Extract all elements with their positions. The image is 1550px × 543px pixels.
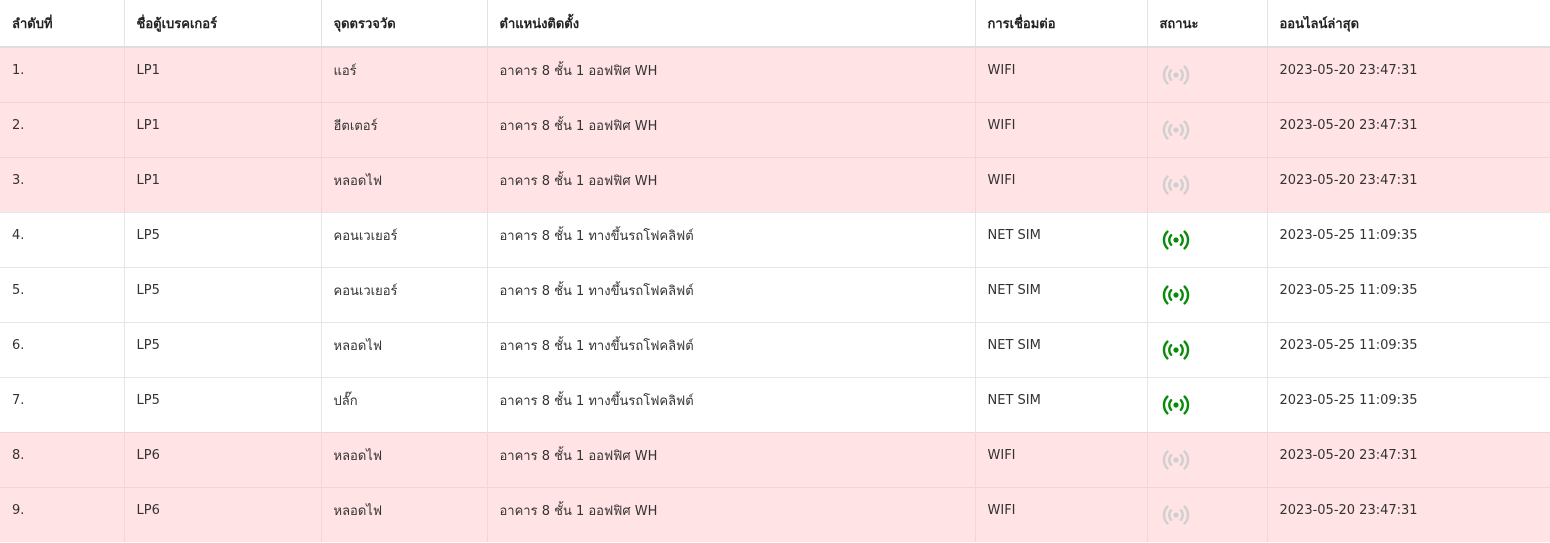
cell-checkpoint: หลอดไฟ	[321, 156, 488, 212]
cell-connection: WIFI	[975, 486, 1148, 542]
cell-index: 7.	[0, 376, 125, 432]
wireless-signal-icon	[1160, 503, 1192, 527]
cell-location: อาคาร 8 ชั้น 1 ทางขึ้นรถโฟคลิฟต์	[487, 266, 976, 322]
breaker-status-table-container: ลำดับที่ ชื่อตู้เบรคเกอร์ จุดตรวจวัด ตำแ…	[0, 0, 1550, 543]
cell-status	[1147, 101, 1268, 157]
cell-last-online: 2023-05-20 23:47:31	[1267, 156, 1550, 212]
cell-index: 3.	[0, 156, 125, 212]
cell-last-online: 2023-05-25 11:09:35	[1267, 321, 1550, 377]
cell-location: อาคาร 8 ชั้น 1 ทางขึ้นรถโฟคลิฟต์	[487, 376, 976, 432]
cell-location: อาคาร 8 ชั้น 1 ออฟฟิศ WH	[487, 156, 976, 212]
table-row[interactable]: 3. LP1 หลอดไฟ อาคาร 8 ชั้น 1 ออฟฟิศ WH WIFI 2…	[0, 156, 1550, 212]
wireless-signal-icon	[1160, 338, 1192, 362]
cell-checkpoint: หลอดไฟ	[321, 486, 488, 542]
cell-status	[1147, 156, 1268, 212]
table-header-row: ลำดับที่ ชื่อตู้เบรคเกอร์ จุดตรวจวัด ตำแ…	[0, 0, 1550, 48]
cell-checkpoint: หลอดไฟ	[321, 321, 488, 377]
cell-status	[1147, 376, 1268, 432]
cell-last-online: 2023-05-20 23:47:31	[1267, 46, 1550, 102]
cell-status	[1147, 431, 1268, 487]
cell-connection: NET SIM	[975, 211, 1148, 267]
table-body: 1. LP1 แอร์ อาคาร 8 ชั้น 1 ออฟฟิศ WH WIFI 202…	[0, 46, 1550, 542]
cell-breaker-name: LP6	[124, 486, 322, 542]
header-last-online[interactable]: ออนไลน์ล่าสุด	[1267, 0, 1550, 48]
cell-location: อาคาร 8 ชั้น 1 ทางขึ้นรถโฟคลิฟต์	[487, 211, 976, 267]
wireless-signal-icon	[1160, 118, 1192, 142]
breaker-status-table: ลำดับที่ ชื่อตู้เบรคเกอร์ จุดตรวจวัด ตำแ…	[0, 0, 1550, 542]
wireless-signal-icon	[1160, 448, 1192, 472]
cell-connection: WIFI	[975, 431, 1148, 487]
cell-checkpoint: แอร์	[321, 46, 488, 102]
header-status[interactable]: สถานะ	[1147, 0, 1268, 48]
wireless-signal-icon	[1160, 173, 1192, 197]
table-row[interactable]: 6. LP5 หลอดไฟ อาคาร 8 ชั้น 1 ทางขึ้นรถโฟคลิ…	[0, 321, 1550, 377]
cell-checkpoint: ปลั๊ก	[321, 376, 488, 432]
cell-index: 5.	[0, 266, 125, 322]
table-row[interactable]: 2. LP1 ฮีตเตอร์ อาคาร 8 ชั้น 1 ออฟฟิศ WH WIF…	[0, 101, 1550, 157]
header-index[interactable]: ลำดับที่	[0, 0, 125, 48]
cell-checkpoint: คอนเวเยอร์	[321, 211, 488, 267]
cell-breaker-name: LP1	[124, 46, 322, 102]
cell-breaker-name: LP5	[124, 211, 322, 267]
cell-connection: NET SIM	[975, 376, 1148, 432]
cell-breaker-name: LP1	[124, 156, 322, 212]
cell-location: อาคาร 8 ชั้น 1 ออฟฟิศ WH	[487, 486, 976, 542]
cell-breaker-name: LP5	[124, 321, 322, 377]
cell-index: 1.	[0, 46, 125, 102]
cell-status	[1147, 266, 1268, 322]
cell-checkpoint: ฮีตเตอร์	[321, 101, 488, 157]
cell-index: 4.	[0, 211, 125, 267]
cell-index: 2.	[0, 101, 125, 157]
table-row[interactable]: 1. LP1 แอร์ อาคาร 8 ชั้น 1 ออฟฟิศ WH WIFI 202…	[0, 46, 1550, 102]
cell-connection: NET SIM	[975, 266, 1148, 322]
cell-last-online: 2023-05-25 11:09:35	[1267, 266, 1550, 322]
wireless-signal-icon	[1160, 228, 1192, 252]
header-connection[interactable]: การเชื่อมต่อ	[975, 0, 1148, 48]
cell-status	[1147, 486, 1268, 542]
header-checkpoint[interactable]: จุดตรวจวัด	[321, 0, 488, 48]
wireless-signal-icon	[1160, 63, 1192, 87]
cell-connection: NET SIM	[975, 321, 1148, 377]
cell-connection: WIFI	[975, 46, 1148, 102]
table-row[interactable]: 9. LP6 หลอดไฟ อาคาร 8 ชั้น 1 ออฟฟิศ WH WIFI 2…	[0, 486, 1550, 542]
header-breaker-name[interactable]: ชื่อตู้เบรคเกอร์	[124, 0, 322, 48]
cell-connection: WIFI	[975, 156, 1148, 212]
header-location[interactable]: ตำแหน่งติดตั้ง	[487, 0, 976, 48]
cell-last-online: 2023-05-20 23:47:31	[1267, 486, 1550, 542]
cell-breaker-name: LP5	[124, 376, 322, 432]
cell-last-online: 2023-05-20 23:47:31	[1267, 431, 1550, 487]
cell-index: 6.	[0, 321, 125, 377]
wireless-signal-icon	[1160, 393, 1192, 417]
cell-last-online: 2023-05-25 11:09:35	[1267, 376, 1550, 432]
cell-last-online: 2023-05-25 11:09:35	[1267, 211, 1550, 267]
table-row[interactable]: 4. LP5 คอนเวเยอร์ อาคาร 8 ชั้น 1 ทางขึ้นรถโ…	[0, 211, 1550, 267]
cell-index: 8.	[0, 431, 125, 487]
cell-checkpoint: คอนเวเยอร์	[321, 266, 488, 322]
cell-location: อาคาร 8 ชั้น 1 ออฟฟิศ WH	[487, 101, 976, 157]
cell-breaker-name: LP5	[124, 266, 322, 322]
table-row[interactable]: 5. LP5 คอนเวเยอร์ อาคาร 8 ชั้น 1 ทางขึ้นรถโ…	[0, 266, 1550, 322]
cell-index: 9.	[0, 486, 125, 542]
table-row[interactable]: 7. LP5 ปลั๊ก อาคาร 8 ชั้น 1 ทางขึ้นรถโฟคลิฟ…	[0, 376, 1550, 432]
cell-location: อาคาร 8 ชั้น 1 ทางขึ้นรถโฟคลิฟต์	[487, 321, 976, 377]
cell-last-online: 2023-05-20 23:47:31	[1267, 101, 1550, 157]
cell-connection: WIFI	[975, 101, 1148, 157]
cell-status	[1147, 321, 1268, 377]
cell-location: อาคาร 8 ชั้น 1 ออฟฟิศ WH	[487, 46, 976, 102]
wireless-signal-icon	[1160, 283, 1192, 307]
cell-location: อาคาร 8 ชั้น 1 ออฟฟิศ WH	[487, 431, 976, 487]
cell-breaker-name: LP1	[124, 101, 322, 157]
cell-status	[1147, 46, 1268, 102]
cell-breaker-name: LP6	[124, 431, 322, 487]
cell-checkpoint: หลอดไฟ	[321, 431, 488, 487]
cell-status	[1147, 211, 1268, 267]
table-row[interactable]: 8. LP6 หลอดไฟ อาคาร 8 ชั้น 1 ออฟฟิศ WH WIFI 2…	[0, 431, 1550, 487]
